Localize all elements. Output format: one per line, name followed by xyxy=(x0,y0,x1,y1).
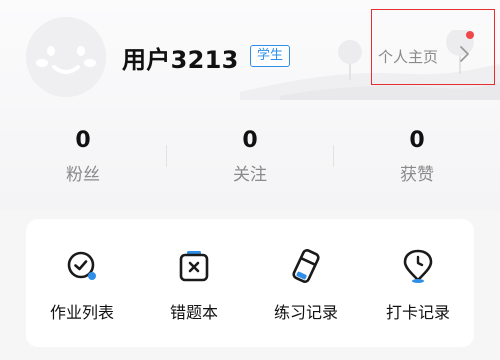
stat-divider xyxy=(166,145,167,167)
practice-eraser-icon xyxy=(292,249,320,283)
stat-value: 0 xyxy=(409,128,425,153)
tool-checkin-records[interactable]: 打卡记录 xyxy=(362,249,474,323)
checkin-location-clock-icon xyxy=(403,249,433,283)
tool-homework-list[interactable]: 作业列表 xyxy=(26,249,138,323)
stat-divider xyxy=(333,145,334,167)
stat-label: 关注 xyxy=(233,165,267,185)
stat-value: 0 xyxy=(75,128,91,153)
tool-practice-records[interactable]: 练习记录 xyxy=(250,249,362,323)
notification-dot xyxy=(466,31,474,39)
stat-likes[interactable]: 0 获赞 xyxy=(357,128,477,185)
chevron-right-icon xyxy=(460,46,469,62)
username: 用户3213 xyxy=(122,46,239,74)
tool-label: 作业列表 xyxy=(49,303,114,322)
wrong-questions-icon xyxy=(179,251,209,282)
personal-homepage-label: 个人主页 xyxy=(378,48,439,66)
role-badge: 学生 xyxy=(250,45,291,67)
stats-row: 0 粉丝 0 关注 0 获赞 xyxy=(0,128,500,188)
avatar[interactable] xyxy=(26,17,106,97)
stat-label: 粉丝 xyxy=(66,165,100,185)
tool-label: 打卡记录 xyxy=(385,303,450,322)
smiley-face-icon xyxy=(26,17,106,97)
tools-card: 作业列表 错题本 练习记录 打卡记录 xyxy=(26,219,474,347)
stat-followers[interactable]: 0 粉丝 xyxy=(23,128,143,185)
tool-label: 练习记录 xyxy=(273,303,338,322)
personal-homepage-link[interactable]: 个人主页 xyxy=(371,9,495,85)
tool-wrong-questions[interactable]: 错题本 xyxy=(138,249,250,323)
stat-following[interactable]: 0 关注 xyxy=(190,128,310,185)
homework-check-icon xyxy=(67,251,96,280)
tool-label: 错题本 xyxy=(169,303,218,322)
stat-label: 获赞 xyxy=(400,165,434,185)
stat-value: 0 xyxy=(242,128,258,153)
